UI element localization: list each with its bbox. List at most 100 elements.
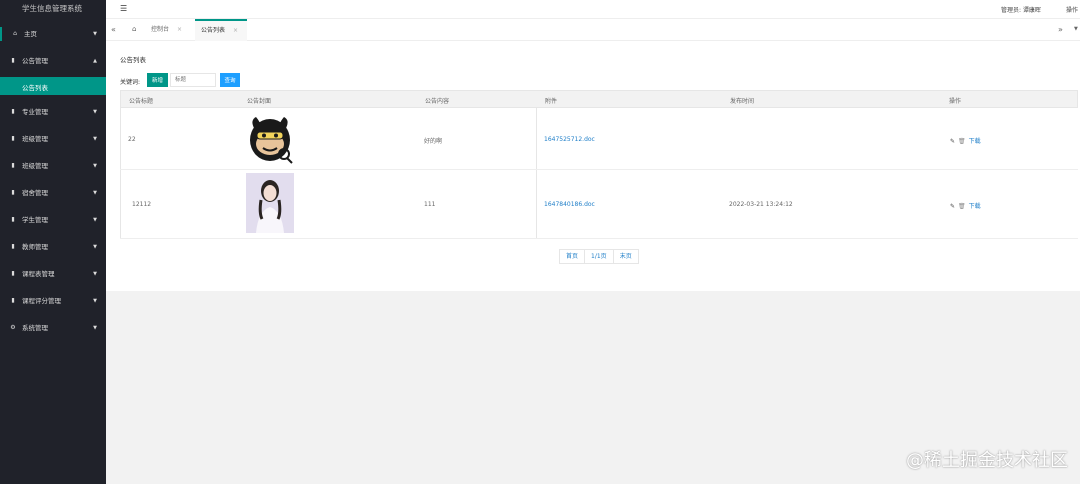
attachment-link[interactable]: 1647840186.doc bbox=[544, 201, 595, 208]
chevron-down-icon: ▼ bbox=[93, 109, 97, 115]
close-icon[interactable]: × bbox=[177, 26, 182, 33]
tabs-bar: « ⌂ 控制台 × 公告列表 × » ▼ bbox=[106, 18, 1080, 41]
search-input[interactable] bbox=[170, 73, 216, 87]
page-title: 公告列表 bbox=[120, 56, 146, 64]
ops-menu[interactable]: 操作 bbox=[1066, 5, 1078, 14]
chevron-down-icon: ▼ bbox=[93, 271, 97, 277]
tab-notice-list[interactable]: 公告列表 × bbox=[195, 19, 247, 41]
sidebar-item-dorm[interactable]: ▮ 宿舍管理 ▼ bbox=[0, 186, 106, 200]
menu-toggle-icon[interactable]: ☰ bbox=[120, 4, 127, 13]
pagination: 首页 1/1页 末页 bbox=[559, 249, 639, 264]
sidebar-subitem-label: 公告列表 bbox=[22, 84, 48, 92]
notice-table: 公告标题 公告封面 公告内容 附件 发布时间 操作 22 好的啊 1647525… bbox=[120, 90, 1078, 239]
page-indicator: 1/1页 bbox=[585, 250, 614, 263]
column-header: 公告内容 bbox=[425, 98, 450, 105]
chevron-down-icon: ▼ bbox=[93, 325, 97, 331]
sidebar-item-student[interactable]: ▮ 学生管理 ▼ bbox=[0, 213, 106, 227]
chevron-down-icon: ▼ bbox=[93, 31, 97, 37]
top-header: ☰ 管理员: 谭康晖 操作 bbox=[106, 0, 1080, 18]
row-actions: ✎ 🗑 下载 bbox=[950, 136, 981, 145]
bar-chart-icon: ▮ bbox=[11, 135, 15, 142]
edit-icon[interactable]: ✎ bbox=[950, 138, 955, 145]
column-header: 发布时间 bbox=[730, 98, 755, 105]
admin-user[interactable]: 管理员: 谭康晖 bbox=[1001, 5, 1041, 14]
sidebar-subitem-notice-list[interactable]: 公告列表 bbox=[0, 77, 106, 95]
chevron-down-icon: ▼ bbox=[93, 163, 97, 169]
sidebar-item-teacher[interactable]: ▮ 教师管理 ▼ bbox=[0, 240, 106, 254]
scroll-right-icon[interactable]: » bbox=[1058, 25, 1063, 34]
chevron-down-icon: ▼ bbox=[93, 244, 97, 250]
delete-icon[interactable]: 🗑 bbox=[958, 138, 966, 145]
last-page-button[interactable]: 末页 bbox=[614, 250, 638, 263]
sidebar-item-label: 学生管理 bbox=[22, 216, 48, 224]
gear-icon: ⚙ bbox=[10, 324, 16, 331]
table-header: 公告标题 公告封面 公告内容 附件 发布时间 操作 bbox=[120, 90, 1078, 108]
download-link[interactable]: 下载 bbox=[969, 203, 981, 210]
sidebar: 学生信息管理系统 ⌂ 主页 ▼ ▮ 公告管理 ▲ 公告列表 ▮ 专业管理 ▼ ▮… bbox=[0, 0, 106, 484]
download-link[interactable]: 下载 bbox=[969, 138, 981, 145]
sidebar-item-label: 课程评分管理 bbox=[22, 297, 61, 305]
sidebar-item-label: 宿舍管理 bbox=[22, 189, 48, 197]
chevron-up-icon: ▲ bbox=[93, 58, 97, 64]
sidebar-item-label: 系统管理 bbox=[22, 324, 48, 332]
add-button[interactable]: 新增 bbox=[147, 73, 168, 87]
bar-chart-icon: ▮ bbox=[11, 297, 15, 304]
main-content: 公告列表 关键词: 新增 查询 公告标题 公告封面 公告内容 附件 发布时间 操… bbox=[106, 41, 1080, 291]
bar-chart-icon: ▮ bbox=[11, 270, 15, 277]
sidebar-item-timetable[interactable]: ▮ 课程表管理 ▼ bbox=[0, 267, 106, 281]
tab-label: 公告列表 bbox=[201, 27, 226, 34]
sidebar-item-system[interactable]: ⚙ 系统管理 ▼ bbox=[0, 321, 106, 335]
bar-chart-icon: ▮ bbox=[11, 216, 15, 223]
table-row: 22 好的啊 1647525712.doc ✎ 🗑 下载 bbox=[120, 108, 1078, 170]
column-header: 操作 bbox=[949, 98, 962, 105]
sidebar-item-label: 班级管理 bbox=[22, 162, 48, 170]
sidebar-item-home[interactable]: ⌂ 主页 ▼ bbox=[0, 27, 106, 41]
column-header: 公告封面 bbox=[247, 98, 272, 105]
edit-icon[interactable]: ✎ bbox=[950, 203, 955, 210]
notice-content: 111 bbox=[424, 201, 436, 208]
attachment-link[interactable]: 1647525712.doc bbox=[544, 136, 595, 143]
chevron-down-icon: ▼ bbox=[93, 217, 97, 223]
row-actions: ✎ 🗑 下载 bbox=[950, 201, 981, 210]
sidebar-item-label: 教师管理 bbox=[22, 243, 48, 251]
sidebar-item-course-score[interactable]: ▮ 课程评分管理 ▼ bbox=[0, 294, 106, 308]
gorilla-cover-image bbox=[250, 117, 293, 164]
app-title: 学生信息管理系统 bbox=[22, 4, 82, 13]
chevron-down-icon: ▼ bbox=[93, 298, 97, 304]
chevron-down-icon: ▼ bbox=[93, 136, 97, 142]
chevron-down-icon[interactable]: ▼ bbox=[1074, 26, 1078, 32]
home-icon[interactable]: ⌂ bbox=[132, 25, 136, 33]
bar-chart-icon: ▮ bbox=[11, 243, 15, 250]
sidebar-item-label: 公告管理 bbox=[22, 57, 48, 65]
bar-chart-icon: ▮ bbox=[11, 108, 15, 115]
home-icon: ⌂ bbox=[13, 30, 17, 37]
bar-chart-icon: ▮ bbox=[11, 162, 15, 169]
tab-label: 控制台 bbox=[151, 26, 170, 33]
sidebar-item-major[interactable]: ▮ 专业管理 ▼ bbox=[0, 105, 106, 119]
first-page-button[interactable]: 首页 bbox=[560, 250, 586, 263]
column-header: 公告标题 bbox=[129, 98, 154, 105]
bar-chart-icon: ▮ bbox=[11, 189, 15, 196]
chevron-down-icon: ▼ bbox=[93, 190, 97, 196]
bar-chart-icon: ▮ bbox=[11, 57, 15, 64]
notice-title: 22 bbox=[128, 136, 136, 143]
keyword-label: 关键词: bbox=[120, 79, 141, 86]
column-header: 附件 bbox=[545, 98, 558, 105]
close-icon[interactable]: × bbox=[233, 27, 238, 34]
notice-title: 12112 bbox=[132, 201, 152, 208]
sidebar-item-notice[interactable]: ▮ 公告管理 ▲ bbox=[0, 54, 106, 68]
watermark: @稀土掘金技术社区 bbox=[906, 450, 1068, 471]
sidebar-item-label: 班级管理 bbox=[22, 135, 48, 143]
notice-content: 好的啊 bbox=[424, 138, 443, 145]
scroll-left-icon[interactable]: « bbox=[111, 25, 116, 34]
query-button[interactable]: 查询 bbox=[220, 73, 240, 87]
tab-console[interactable]: 控制台 × bbox=[151, 19, 182, 41]
publish-time: 2022-03-21 13:24:12 bbox=[729, 201, 793, 208]
sidebar-item-class-2[interactable]: ▮ 班级管理 ▼ bbox=[0, 159, 106, 173]
table-row: 12112 111 1647840186.doc 2022-03-21 13:2… bbox=[120, 170, 1078, 239]
sidebar-item-label: 主页 bbox=[24, 30, 37, 38]
sidebar-item-label: 课程表管理 bbox=[22, 270, 55, 278]
sidebar-item-class[interactable]: ▮ 班级管理 ▼ bbox=[0, 132, 106, 146]
portrait-cover-image bbox=[246, 173, 294, 233]
delete-icon[interactable]: 🗑 bbox=[958, 203, 966, 210]
